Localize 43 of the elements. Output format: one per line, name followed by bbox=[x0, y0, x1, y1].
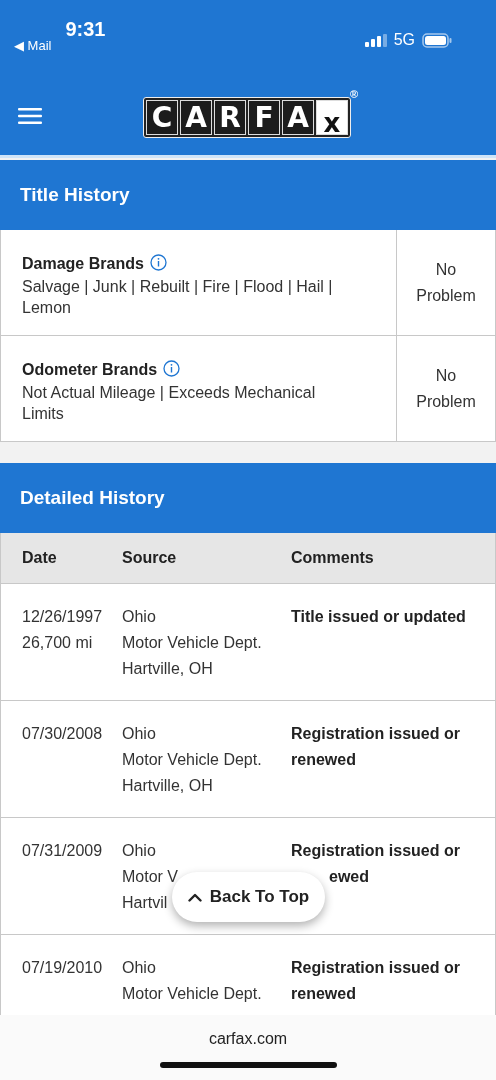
result-text: No Problem bbox=[416, 367, 476, 410]
source-text: Hartvil bbox=[122, 893, 168, 913]
brand-detail: Not Actual Mileage | Exceeds Mechanical Limits bbox=[22, 383, 317, 424]
source-text: Hartville, OH bbox=[122, 659, 213, 679]
comment-text: Title issued or updated bbox=[291, 607, 466, 627]
clock-time: 9:31 bbox=[65, 18, 106, 41]
source-text: Motor Vehicle Dept. bbox=[122, 633, 262, 653]
source-text: Ohio bbox=[122, 607, 156, 627]
back-to-mail-link[interactable]: ◀ Mail bbox=[14, 38, 52, 55]
comment-text: Registration issued or renewed bbox=[291, 958, 461, 1004]
registered-mark: ® bbox=[350, 88, 359, 100]
date-text: 07/19/2010 bbox=[22, 958, 103, 978]
comment-text: ewed bbox=[329, 867, 369, 887]
section-title: Title History bbox=[20, 184, 130, 206]
menu-icon[interactable] bbox=[18, 107, 42, 125]
result-text: No Problem bbox=[416, 261, 476, 304]
column-header: Source bbox=[122, 549, 177, 566]
brand-label: Damage Brands bbox=[22, 255, 144, 272]
brand-detail: Salvage | Junk | Rebuilt | Fire | Flood | Hail | Lemon bbox=[22, 277, 334, 318]
source-text: Ohio bbox=[122, 724, 156, 744]
source-text: Motor Vehicle Dept. bbox=[122, 750, 262, 770]
source-text: Motor Vehicle Dept. bbox=[122, 984, 262, 1004]
source-text: Hartville, OH bbox=[122, 776, 213, 796]
column-header: Date bbox=[22, 549, 57, 566]
url-text[interactable]: carfax.com bbox=[208, 1030, 288, 1048]
info-icon[interactable] bbox=[149, 254, 167, 271]
date-text: 07/31/2009 bbox=[22, 841, 103, 861]
column-header: Comments bbox=[291, 549, 374, 566]
info-icon[interactable] bbox=[163, 360, 181, 377]
section-title: Detailed History bbox=[20, 487, 165, 509]
date-text: 12/26/1997 bbox=[22, 607, 103, 627]
carfax-logo[interactable]: C A R F A x bbox=[143, 97, 351, 138]
source-text: Ohio bbox=[122, 958, 156, 978]
date-text: 26,700 mi bbox=[22, 633, 93, 653]
battery-icon bbox=[422, 32, 452, 48]
date-text: 07/30/2008 bbox=[22, 724, 103, 744]
network-label: 5G bbox=[393, 31, 415, 49]
comment-text: Registration issued or bbox=[291, 841, 460, 861]
caret-up-icon bbox=[187, 892, 202, 902]
comment-text: Registration issued or renewed bbox=[291, 724, 461, 770]
source-text: Ohio bbox=[122, 841, 156, 861]
signal-icon bbox=[364, 33, 387, 47]
brand-label: Odometer Brands bbox=[22, 361, 158, 378]
